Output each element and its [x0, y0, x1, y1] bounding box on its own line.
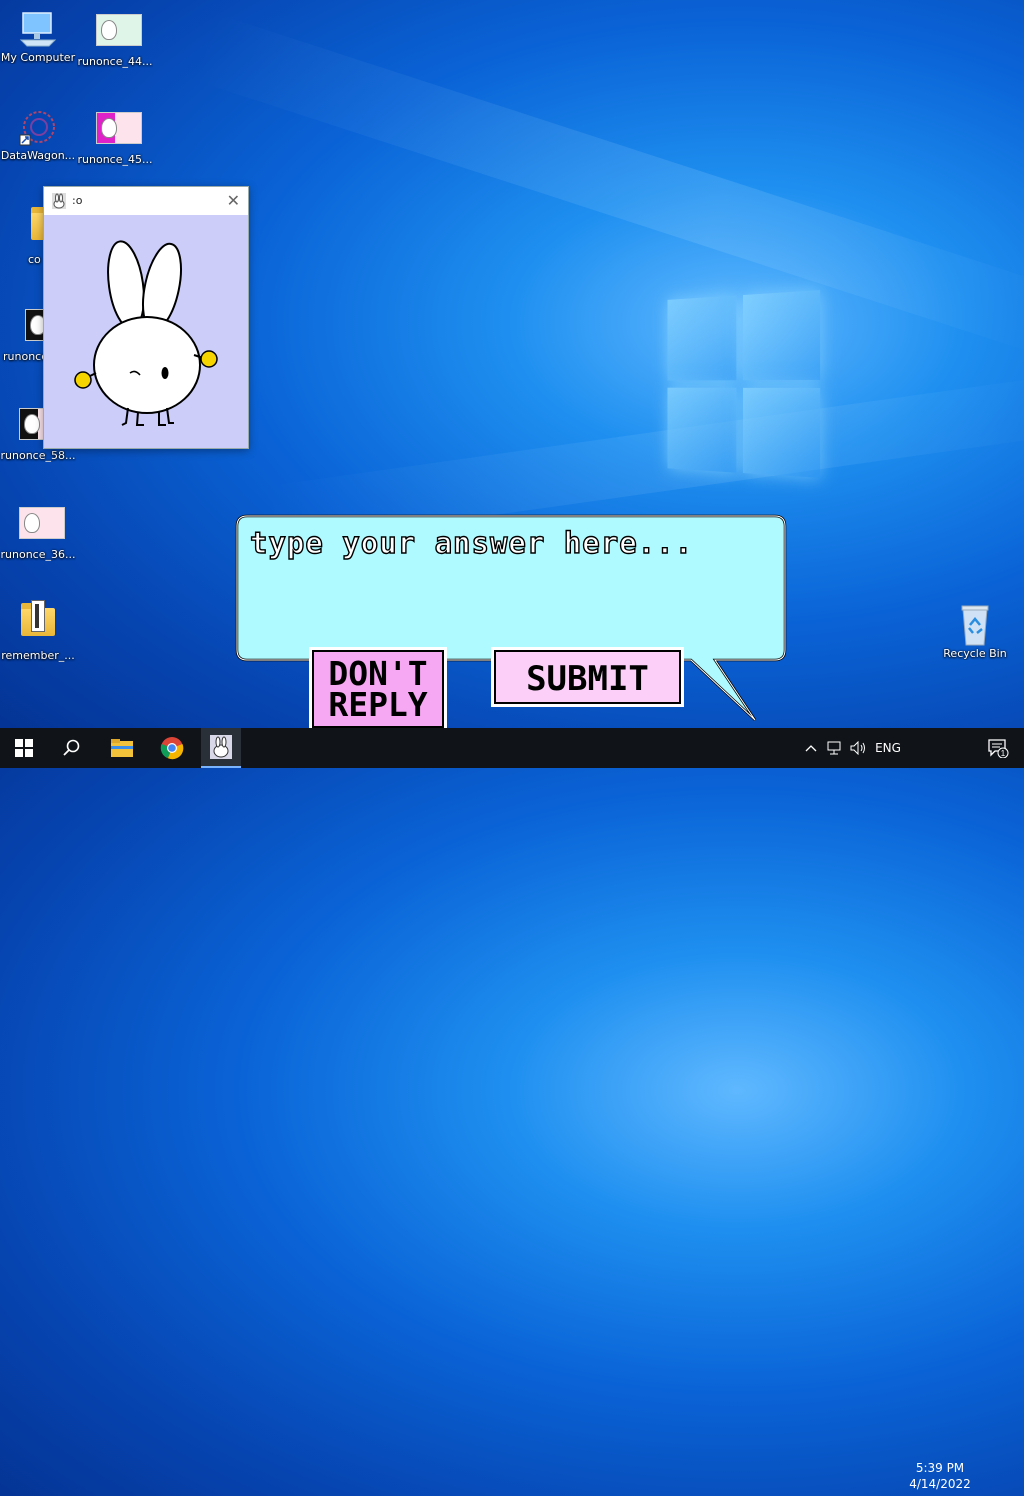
- action-center-button[interactable]: 1: [978, 728, 1018, 768]
- datawagon-app-icon: [19, 108, 57, 146]
- folder-icon: [19, 600, 57, 646]
- chrome-icon: [160, 737, 184, 760]
- chevron-up-icon[interactable]: [802, 728, 820, 768]
- taskbar-file-explorer[interactable]: [98, 728, 146, 768]
- search-button[interactable]: [48, 728, 96, 768]
- network-icon[interactable]: [824, 728, 846, 768]
- notification-icon: 1: [988, 739, 1009, 758]
- light-beam: [191, 12, 1024, 358]
- answer-input[interactable]: type your answer here...: [249, 525, 693, 560]
- file-explorer-icon: [111, 739, 133, 757]
- clock-time: 5:39 PM: [915, 1461, 965, 1475]
- popup-titlebar[interactable]: :o ✕: [44, 187, 248, 215]
- bunny-illustration: [74, 240, 218, 426]
- dont-reply-button[interactable]: DON'T REPLY: [309, 647, 447, 731]
- taskbar: ENG 5:39 PM 4/14/2022 1: [0, 728, 1024, 1491]
- desktop-icon-recycle-bin[interactable]: Recycle Bin: [937, 603, 1013, 660]
- volume-icon[interactable]: [848, 728, 870, 768]
- close-icon[interactable]: ✕: [227, 191, 240, 210]
- image-file-icon: [96, 112, 142, 150]
- submit-button[interactable]: SUBMIT: [491, 647, 684, 707]
- language-indicator[interactable]: ENG: [872, 728, 904, 768]
- desktop-icon-runonce-45[interactable]: runonce_45...: [77, 108, 153, 166]
- dont-reply-label-line2: REPLY: [328, 685, 428, 724]
- desktop-icon-datawagon[interactable]: DataWagon...: [0, 108, 76, 162]
- desktop-icon-my-computer[interactable]: My Computer: [0, 10, 76, 64]
- clock-date: 4/14/2022: [909, 1477, 971, 1491]
- image-file-icon: [19, 507, 65, 545]
- bunny-app-icon: [210, 735, 232, 759]
- windows-logo-wallpaper: [667, 290, 822, 480]
- image-file-icon: [96, 14, 142, 52]
- windows-start-icon: [15, 739, 33, 757]
- desktop-icon-runonce-36[interactable]: runonce_36...: [0, 503, 76, 561]
- system-clock[interactable]: 5:39 PM 4/14/2022: [908, 1456, 972, 1496]
- bunny-popup-window[interactable]: :o ✕: [43, 186, 249, 449]
- recycle-bin-icon: [956, 603, 994, 646]
- popup-title: :o: [72, 194, 83, 207]
- desktop-icon-remember[interactable]: remember_...: [0, 600, 76, 662]
- taskbar-bunny-app[interactable]: [201, 728, 241, 768]
- computer-icon: [19, 10, 57, 48]
- notification-count: 1: [1001, 749, 1006, 758]
- search-icon: [63, 739, 80, 756]
- taskbar-chrome[interactable]: [148, 728, 196, 768]
- start-button[interactable]: [0, 728, 48, 768]
- bunny-app-icon: [52, 193, 66, 209]
- desktop-icon-runonce-44[interactable]: runonce_44...: [77, 10, 153, 68]
